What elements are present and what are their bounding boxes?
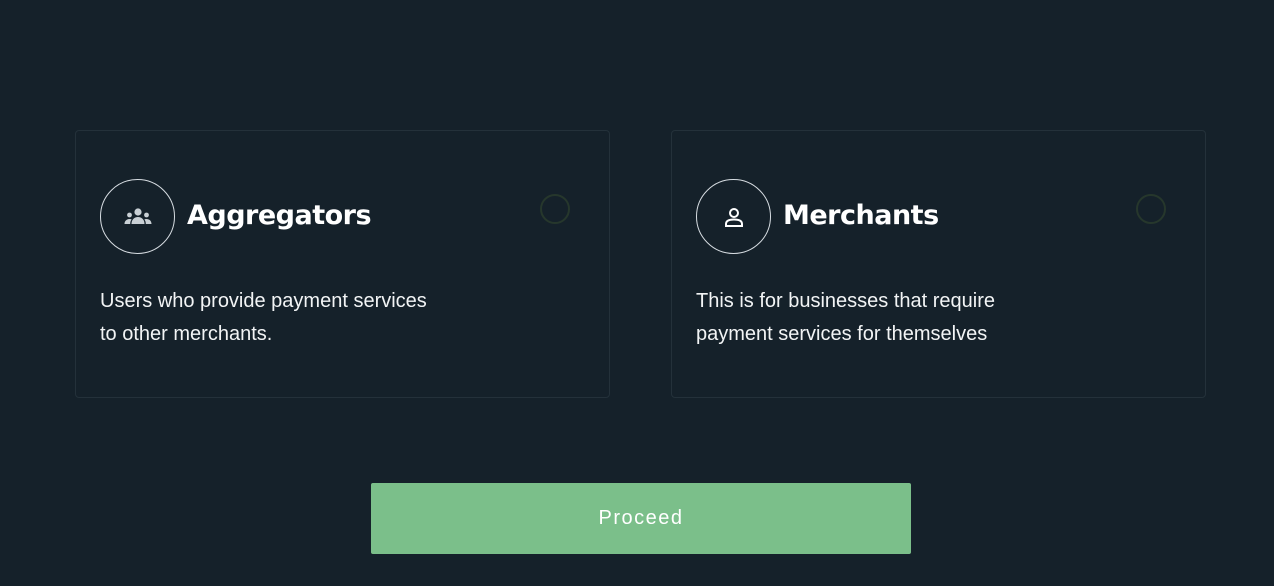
option-radio[interactable]: [1136, 194, 1166, 224]
option-card-merchants[interactable]: Merchants This is for businesses that re…: [671, 130, 1206, 398]
option-title: Merchants: [783, 200, 939, 231]
option-title: Aggregators: [187, 200, 372, 231]
option-card-aggregators[interactable]: Aggregators Users who provide payment se…: [75, 130, 610, 398]
person-icon: [696, 179, 771, 254]
option-radio[interactable]: [540, 194, 570, 224]
proceed-button[interactable]: Proceed: [371, 483, 911, 554]
option-description: Users who provide payment services to ot…: [100, 290, 427, 345]
people-group-icon: [100, 179, 175, 254]
option-description: This is for businesses that require paym…: [696, 290, 996, 345]
